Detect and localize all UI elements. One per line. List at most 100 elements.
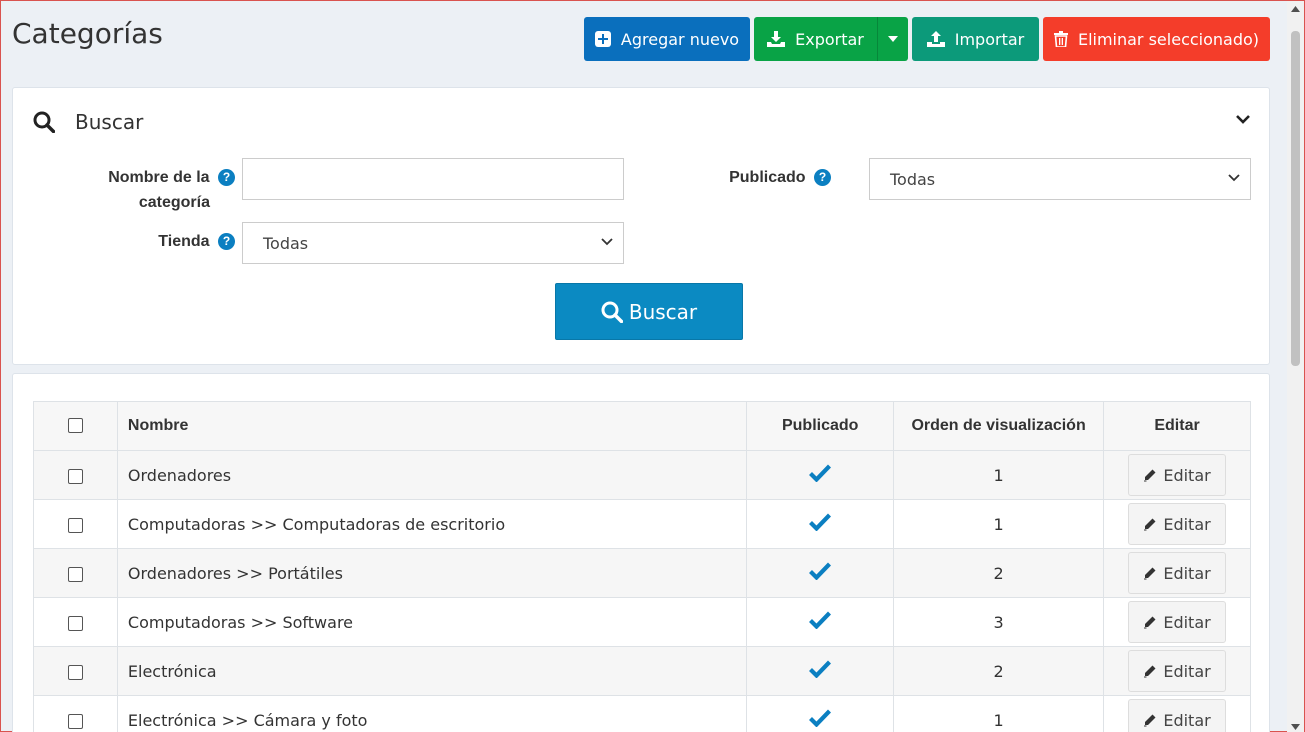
delete-selected-button[interactable]: Eliminar seleccionado) xyxy=(1043,17,1270,61)
search-panel-title: Buscar xyxy=(75,110,144,134)
category-name-cell: Computadoras >> Computadoras de escritor… xyxy=(116,499,748,549)
row-checkbox[interactable] xyxy=(67,566,83,582)
search-panel-header[interactable]: Buscar xyxy=(33,110,143,134)
check-icon xyxy=(809,464,832,483)
edit-cell: Editar xyxy=(1103,646,1251,696)
edit-button-label: Editar xyxy=(1163,514,1211,534)
row-select-cell xyxy=(33,597,118,647)
store-label: Tienda ? xyxy=(53,229,235,254)
trash-icon xyxy=(1053,31,1068,47)
categories-table: Nombre Publicado Orden de visualización … xyxy=(33,401,1251,732)
header-select-all xyxy=(33,401,118,451)
plus-square-icon xyxy=(594,31,611,47)
category-name-input[interactable] xyxy=(242,158,624,200)
table-row: Electrónica 2 Editar xyxy=(33,646,1251,696)
header-edit: Editar xyxy=(1103,401,1251,451)
pencil-icon xyxy=(1144,567,1156,580)
edit-button[interactable]: Editar xyxy=(1128,699,1227,732)
edit-button[interactable]: Editar xyxy=(1128,454,1227,496)
import-label: Importar xyxy=(954,29,1025,49)
header-display-order[interactable]: Orden de visualización xyxy=(893,401,1105,451)
published-cell xyxy=(746,646,895,696)
header-name[interactable]: Nombre xyxy=(116,401,748,451)
row-checkbox[interactable] xyxy=(67,517,83,533)
category-name-cell: Electrónica xyxy=(116,646,748,696)
chevron-down-icon[interactable] xyxy=(1235,114,1251,126)
pencil-icon xyxy=(1144,469,1156,482)
published-select-value: Todas xyxy=(890,169,936,189)
category-name-cell: Electrónica >> Cámara y foto xyxy=(116,695,748,732)
scroll-down-arrow-icon[interactable] xyxy=(1291,724,1300,730)
table-row: Ordenadores 1 Editar xyxy=(33,450,1251,500)
pencil-icon xyxy=(1144,714,1156,727)
download-icon xyxy=(767,31,786,47)
published-cell xyxy=(746,548,895,598)
chevron-down-icon xyxy=(601,238,613,246)
help-icon[interactable]: ? xyxy=(218,169,235,187)
caret-down-icon xyxy=(888,36,898,42)
row-select-cell xyxy=(33,499,118,549)
search-button-label: Buscar xyxy=(628,299,698,324)
edit-button[interactable]: Editar xyxy=(1128,601,1227,643)
check-icon xyxy=(809,709,832,728)
table-row: Computadoras >> Computadoras de escritor… xyxy=(33,499,1251,549)
pencil-icon xyxy=(1144,616,1156,629)
select-all-checkbox[interactable] xyxy=(67,418,83,434)
row-checkbox[interactable] xyxy=(67,664,83,680)
edit-button[interactable]: Editar xyxy=(1128,650,1227,692)
export-button[interactable]: Exportar xyxy=(754,17,877,61)
add-new-button[interactable]: Agregar nuevo xyxy=(584,17,750,61)
delete-selected-label: Eliminar seleccionado) xyxy=(1077,29,1260,49)
help-icon[interactable]: ? xyxy=(218,233,235,251)
store-select-value: Todas xyxy=(263,233,309,253)
scroll-up-arrow-icon[interactable] xyxy=(1291,6,1300,12)
table-header-row: Nombre Publicado Orden de visualización … xyxy=(33,401,1251,451)
published-label: Publicado ? xyxy=(673,165,831,190)
export-label: Exportar xyxy=(795,29,864,49)
table-row: Ordenadores >> Portátiles 2 Editar xyxy=(33,548,1251,598)
edit-button-label: Editar xyxy=(1163,563,1211,583)
published-cell xyxy=(746,499,895,549)
category-name-label: Nombre de la ? categoría xyxy=(53,165,235,215)
display-order-cell: 1 xyxy=(893,695,1105,732)
table-row: Electrónica >> Cámara y foto 1 Editar xyxy=(33,695,1251,732)
help-icon[interactable]: ? xyxy=(814,169,831,187)
category-name-cell: Computadoras >> Software xyxy=(116,597,748,647)
page-scrollbar[interactable] xyxy=(1287,1,1304,732)
search-button[interactable]: Buscar xyxy=(555,283,743,340)
row-checkbox[interactable] xyxy=(67,713,83,729)
edit-button[interactable]: Editar xyxy=(1128,552,1227,594)
check-icon xyxy=(809,513,832,532)
published-select[interactable]: Todas xyxy=(869,158,1251,200)
edit-button-label: Editar xyxy=(1163,465,1211,485)
export-dropdown-toggle[interactable] xyxy=(877,17,908,61)
row-select-cell xyxy=(33,548,118,598)
category-name-cell: Ordenadores >> Portátiles xyxy=(116,548,748,598)
check-icon xyxy=(809,562,832,581)
row-checkbox[interactable] xyxy=(67,615,83,631)
row-select-cell xyxy=(33,695,118,732)
store-select[interactable]: Todas xyxy=(242,222,624,264)
categories-table-panel: Nombre Publicado Orden de visualización … xyxy=(12,373,1270,732)
search-panel: Buscar Nombre de la ? categoría Publicad… xyxy=(12,87,1270,365)
edit-button[interactable]: Editar xyxy=(1128,503,1227,545)
scrollbar-thumb[interactable] xyxy=(1291,31,1300,366)
row-select-cell xyxy=(33,646,118,696)
upload-icon xyxy=(926,31,945,47)
edit-button-label: Editar xyxy=(1163,710,1211,730)
display-order-cell: 1 xyxy=(893,450,1105,500)
row-checkbox[interactable] xyxy=(67,468,83,484)
check-icon xyxy=(809,611,832,630)
import-button[interactable]: Importar xyxy=(912,17,1039,61)
display-order-cell: 2 xyxy=(893,646,1105,696)
edit-cell: Editar xyxy=(1103,597,1251,647)
published-cell xyxy=(746,597,895,647)
published-cell xyxy=(746,695,895,732)
row-select-cell xyxy=(33,450,118,500)
published-cell xyxy=(746,450,895,500)
table-row: Computadoras >> Software 3 Editar xyxy=(33,597,1251,647)
page-title: Categorías xyxy=(12,17,163,50)
header-published[interactable]: Publicado xyxy=(746,401,895,451)
edit-cell: Editar xyxy=(1103,450,1251,500)
display-order-cell: 1 xyxy=(893,499,1105,549)
